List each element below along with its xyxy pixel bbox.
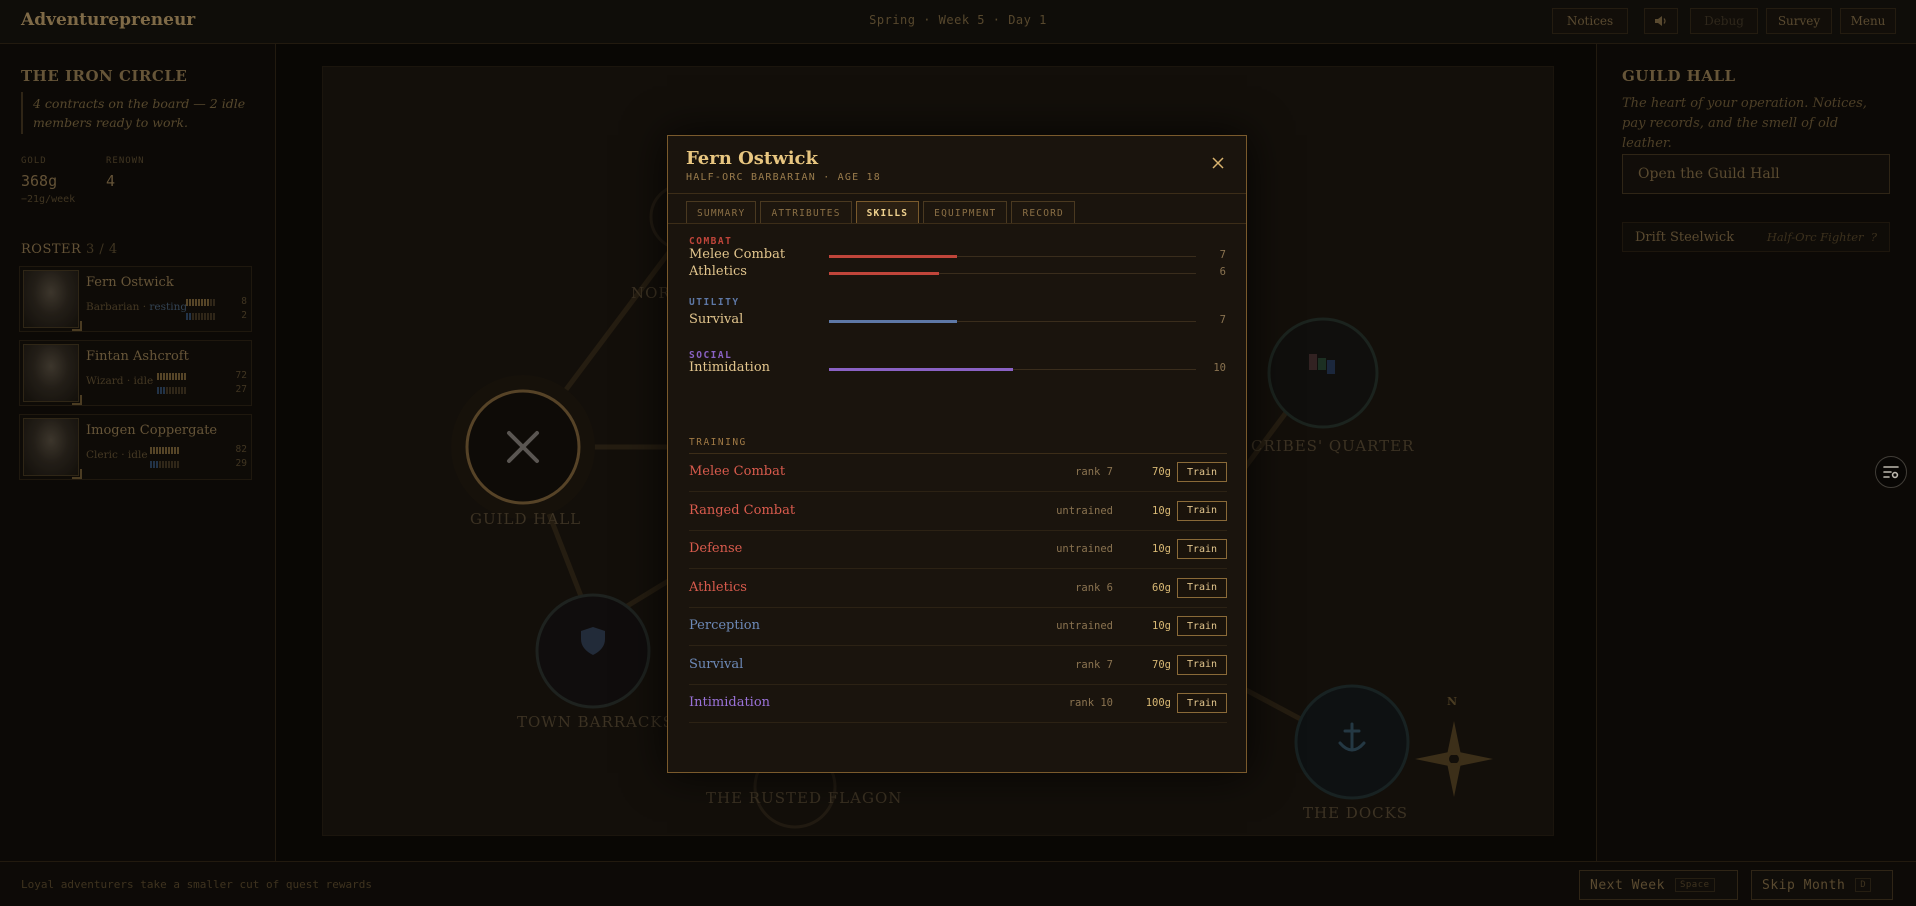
training-skill-name: Melee Combat xyxy=(689,464,786,479)
training-rank: untrained xyxy=(1056,504,1113,517)
skill-bar xyxy=(829,255,1196,258)
skill-category-utility: UTILITY xyxy=(689,297,740,308)
character-name: Fern Ostwick xyxy=(686,148,818,169)
skill-name: Intimidation xyxy=(689,360,771,375)
training-row: Melee Combat rank 7 70g Train xyxy=(689,454,1227,492)
skill-bar-fill xyxy=(829,272,940,275)
train-button[interactable]: Train xyxy=(1177,462,1227,482)
training-skill-name: Perception xyxy=(689,618,760,633)
training-skill-name: Athletics xyxy=(689,579,747,595)
train-button[interactable]: Train xyxy=(1177,654,1227,675)
skill-bar-fill xyxy=(829,368,1013,371)
train-button[interactable]: Train xyxy=(1177,539,1227,559)
skill-value: 7 xyxy=(1219,249,1226,261)
training-row: Perception untrained 10g Train xyxy=(689,608,1227,646)
skill-bar-fill xyxy=(829,320,958,323)
training-row: Ranged Combat untrained 10g Train xyxy=(689,493,1227,531)
training-cost: 70g xyxy=(1152,466,1171,478)
skill-bar xyxy=(829,272,1196,275)
training-rank: rank 7 xyxy=(1075,658,1113,671)
train-button[interactable]: Train xyxy=(1177,577,1227,598)
skill-value: 7 xyxy=(1219,314,1226,326)
training-skill-name: Ranged Combat xyxy=(689,502,796,518)
training-row: Intimidation rank 10 100g Train xyxy=(689,685,1227,723)
training-skill-name: Defense xyxy=(689,541,743,556)
skill-name: Melee Combat xyxy=(689,247,786,262)
training-rank: rank 7 xyxy=(1075,466,1113,478)
training-row: Defense untrained 10g Train xyxy=(689,531,1227,569)
tab-equipment[interactable]: EQUIPMENT xyxy=(923,201,1008,224)
train-button[interactable]: Train xyxy=(1177,616,1227,636)
training-row: Survival rank 7 70g Train xyxy=(689,647,1227,685)
modal-tabs: SUMMARY ATTRIBUTES SKILLS EQUIPMENT RECO… xyxy=(686,201,1075,224)
tab-skills[interactable]: SKILLS xyxy=(855,201,920,224)
character-modal: Fern Ostwick HALF-ORC BARBARIAN · AGE 18… xyxy=(667,135,1247,773)
training-row: Athletics rank 6 60g Train xyxy=(689,570,1227,608)
training-rank: rank 10 xyxy=(1068,697,1113,709)
training-cost: 10g xyxy=(1152,504,1171,517)
training-cost: 10g xyxy=(1152,620,1171,632)
tab-attributes[interactable]: ATTRIBUTES xyxy=(760,201,852,224)
skill-name: Survival xyxy=(689,312,744,327)
training-cost: 60g xyxy=(1152,581,1171,594)
modal-header: Fern Ostwick HALF-ORC BARBARIAN · AGE 18 xyxy=(668,136,1246,194)
training-rank: untrained xyxy=(1056,620,1113,632)
tab-summary[interactable]: SUMMARY xyxy=(686,201,757,224)
training-title: TRAINING xyxy=(689,437,747,448)
close-icon[interactable] xyxy=(1209,154,1227,172)
tab-divider xyxy=(668,223,1246,224)
train-button[interactable]: Train xyxy=(1177,500,1227,521)
skill-bar-fill xyxy=(829,255,958,258)
skill-bar xyxy=(829,368,1196,371)
training-rank: rank 6 xyxy=(1075,581,1113,594)
training-skill-name: Intimidation xyxy=(689,695,771,710)
training-cost: 70g xyxy=(1152,658,1171,671)
tab-record[interactable]: RECORD xyxy=(1011,201,1075,224)
training-cost: 10g xyxy=(1152,543,1171,555)
skill-bar xyxy=(829,320,1196,323)
skill-value: 10 xyxy=(1213,362,1226,374)
skill-value: 6 xyxy=(1219,266,1226,278)
skill-name: Athletics xyxy=(689,264,747,279)
training-skill-name: Survival xyxy=(689,656,744,672)
train-button[interactable]: Train xyxy=(1177,693,1227,713)
character-subtitle: HALF-ORC BARBARIAN · AGE 18 xyxy=(686,172,881,183)
training-cost: 100g xyxy=(1145,697,1171,709)
skill-category-combat: COMBAT xyxy=(689,236,733,247)
training-rank: untrained xyxy=(1056,543,1113,555)
